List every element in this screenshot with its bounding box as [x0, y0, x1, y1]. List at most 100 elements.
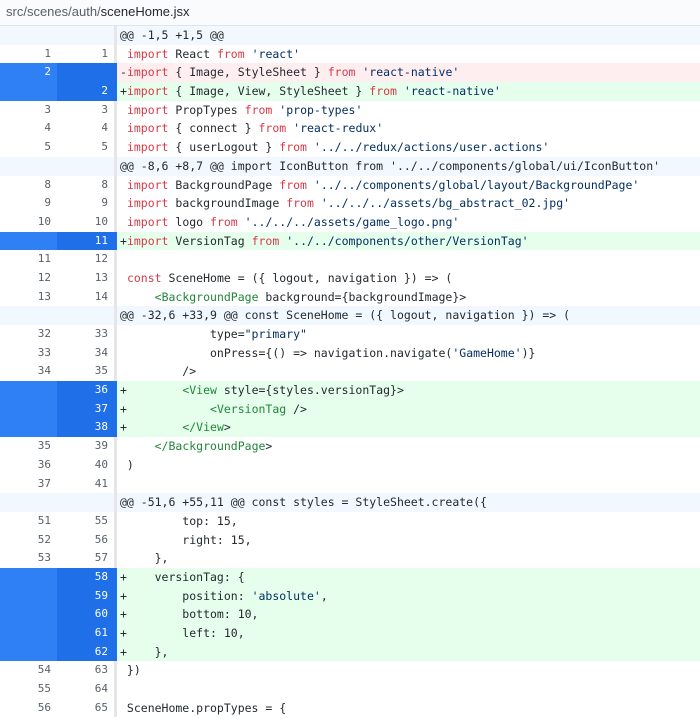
hunk-header-row[interactable]: @@ -8,6 +8,7 @@ import IconButton from '… [0, 156, 700, 176]
diff-line-row[interactable]: 11 import React from 'react' [0, 44, 700, 64]
old-line-number[interactable] [0, 567, 57, 587]
new-line-number[interactable]: 57 [57, 549, 114, 568]
new-line-number[interactable]: 12 [57, 250, 114, 269]
new-line-number[interactable]: 36 [57, 381, 114, 400]
diff-line-row[interactable]: 2 +import { Image, View, StyleSheet } fro… [0, 82, 700, 101]
diff-line-row[interactable]: 37 + <VersionTag /> [0, 399, 700, 419]
old-line-number[interactable] [0, 605, 57, 624]
new-line-number[interactable]: 38 [57, 418, 114, 438]
diff-line-row[interactable]: 99 import backgroundImage from '../../..… [0, 194, 700, 213]
new-line-number[interactable]: 60 [57, 605, 114, 624]
diff-line-row[interactable]: 2 -import { Image, StyleSheet } from 'rea… [0, 63, 700, 83]
new-line-number[interactable] [57, 63, 114, 83]
old-line-number[interactable]: 51 [0, 512, 57, 531]
new-line-number[interactable]: 2 [57, 82, 114, 101]
new-line-number[interactable]: 3 [57, 101, 114, 120]
diff-line-row[interactable]: 60 + bottom: 10, [0, 605, 700, 624]
new-line-number[interactable]: 34 [57, 344, 114, 363]
new-line-number[interactable] [57, 156, 114, 176]
diff-line-row[interactable]: 35 39 </BackgroundPage> [0, 437, 700, 456]
new-line-number[interactable]: 4 [57, 119, 114, 138]
diff-line-row[interactable]: 33 34 onPress={() => navigation.navigate(… [0, 343, 700, 363]
old-line-number[interactable]: 34 [0, 362, 57, 381]
old-line-number[interactable]: 5 [0, 138, 57, 157]
diff-line-row[interactable]: 88 import BackgroundPage from '../../com… [0, 175, 700, 195]
new-line-number[interactable]: 58 [57, 567, 114, 587]
hunk-header-row[interactable]: @@ -51,6 +55,11 @@ const styles = StyleS… [0, 493, 700, 512]
old-line-number[interactable]: 1 [0, 45, 57, 64]
old-line-number[interactable]: 55 [0, 680, 57, 699]
new-line-number[interactable]: 33 [57, 325, 114, 344]
new-line-number[interactable] [57, 26, 114, 45]
old-line-number[interactable] [0, 624, 57, 643]
old-line-number[interactable]: 33 [0, 344, 57, 363]
new-line-number[interactable]: 13 [57, 269, 114, 288]
old-line-number[interactable] [0, 493, 57, 512]
diff-line-row[interactable]: 32 33 type="primary" [0, 325, 700, 344]
new-line-number[interactable]: 10 [57, 213, 114, 232]
diff-line-row[interactable]: 56 65 SceneHome.propTypes = { [0, 698, 700, 718]
old-line-number[interactable] [0, 381, 57, 400]
old-line-number[interactable] [0, 418, 57, 438]
new-line-number[interactable]: 64 [57, 680, 114, 699]
old-line-number[interactable]: 9 [0, 194, 57, 213]
diff-line-row[interactable]: 11 +import VersionTag from '../../compone… [0, 231, 700, 251]
old-line-number[interactable]: 13 [0, 288, 57, 307]
diff-line-row[interactable]: 54 63 }) [0, 661, 700, 681]
new-line-number[interactable] [57, 493, 114, 512]
diff-line-row[interactable]: 62 + }, [0, 642, 700, 662]
old-line-number[interactable]: 52 [0, 531, 57, 550]
old-line-number[interactable]: 8 [0, 176, 57, 195]
new-line-number[interactable]: 1 [57, 45, 114, 64]
diff-line-row[interactable]: 52 56 right: 15, [0, 530, 700, 550]
diff-line-row[interactable]: 33 import PropTypes from 'prop-types' [0, 100, 700, 120]
diff-line-row[interactable]: 58 + versionTag: { [0, 567, 700, 587]
old-line-number[interactable]: 53 [0, 549, 57, 568]
diff-line-row[interactable]: 44 import { connect } from 'react-redux' [0, 119, 700, 139]
diff-line-row[interactable]: 53 57 }, [0, 549, 700, 568]
old-line-number[interactable]: 36 [0, 456, 57, 475]
diff-line-row[interactable]: 37 41 [0, 474, 700, 494]
new-line-number[interactable]: 11 [57, 231, 114, 251]
new-line-number[interactable]: 55 [57, 512, 114, 531]
old-line-number[interactable]: 35 [0, 437, 57, 456]
new-line-number[interactable]: 14 [57, 288, 114, 307]
new-line-number[interactable]: 63 [57, 661, 114, 680]
old-line-number[interactable] [0, 306, 57, 325]
new-line-number[interactable]: 40 [57, 456, 114, 475]
diff-line-row[interactable]: 13 14 <BackgroundPage background={backgro… [0, 287, 700, 307]
old-line-number[interactable]: 2 [0, 63, 57, 83]
old-line-number[interactable]: 10 [0, 213, 57, 232]
old-line-number[interactable]: 3 [0, 101, 57, 120]
diff-line-row[interactable]: 36 40 ) [0, 455, 700, 475]
new-line-number[interactable]: 56 [57, 531, 114, 550]
hunk-header-row[interactable]: @@ -1,5 +1,5 @@ [0, 26, 700, 45]
new-line-number[interactable]: 39 [57, 437, 114, 456]
diff-line-row[interactable]: 10 10 import logo from '../../../assets/g… [0, 212, 700, 232]
old-line-number[interactable] [0, 642, 57, 662]
new-line-number[interactable]: 8 [57, 176, 114, 195]
hunk-header-row[interactable]: @@ -32,6 +33,9 @@ const SceneHome = ({ l… [0, 306, 700, 325]
diff-line-row[interactable]: 34 35 /> [0, 362, 700, 382]
new-line-number[interactable]: 35 [57, 362, 114, 381]
new-line-number[interactable]: 37 [57, 399, 114, 419]
new-line-number[interactable]: 41 [57, 475, 114, 494]
old-line-number[interactable] [0, 231, 57, 251]
old-line-number[interactable]: 4 [0, 119, 57, 138]
old-line-number[interactable] [0, 82, 57, 101]
diff-line-row[interactable]: 61 + left: 10, [0, 624, 700, 643]
new-line-number[interactable]: 9 [57, 194, 114, 213]
file-name[interactable]: sceneHome.jsx [101, 4, 190, 19]
new-line-number[interactable]: 5 [57, 138, 114, 157]
diff-line-row[interactable]: 55 import { userLogout } from '../../red… [0, 138, 700, 157]
old-line-number[interactable] [0, 399, 57, 419]
file-dir[interactable]: src/scenes/auth/ [6, 4, 101, 19]
old-line-number[interactable] [0, 586, 57, 606]
new-line-number[interactable]: 62 [57, 642, 114, 662]
diff-line-row[interactable]: 51 55 top: 15, [0, 511, 700, 531]
new-line-number[interactable] [57, 306, 114, 325]
old-line-number[interactable]: 12 [0, 269, 57, 288]
old-line-number[interactable]: 56 [0, 699, 57, 718]
old-line-number[interactable]: 32 [0, 325, 57, 344]
diff-line-row[interactable]: 36 + <View style={styles.versionTag}> [0, 381, 700, 400]
